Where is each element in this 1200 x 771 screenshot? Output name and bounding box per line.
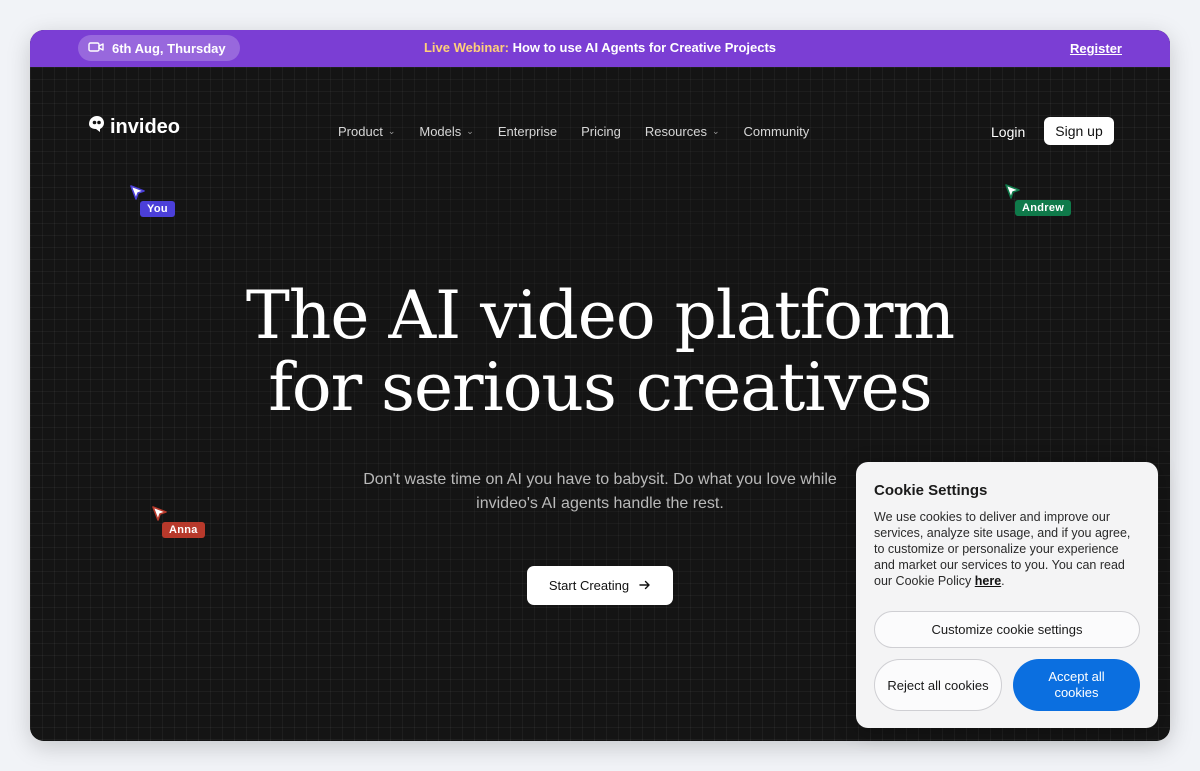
chevron-down-icon: ⌄ — [711, 126, 720, 136]
nav-label: Enterprise — [497, 124, 558, 139]
headline-line: The AI video platform — [245, 277, 955, 354]
customize-cookies-button[interactable]: Customize cookie settings — [874, 611, 1140, 648]
cookie-settings-dialog: Cookie Settings We use cookies to delive… — [856, 462, 1158, 728]
register-link[interactable]: Register — [1070, 41, 1122, 56]
chevron-down-icon: ⌄ — [387, 126, 396, 136]
cursor-label: Anna — [162, 522, 205, 538]
cookie-title: Cookie Settings — [874, 482, 988, 499]
logo-text: invideo — [110, 115, 181, 138]
cursor-you: You — [130, 185, 175, 217]
cookie-body: We use cookies to deliver and improve ou… — [874, 510, 1131, 588]
webinar-announcement[interactable]: Live Webinar: How to use AI Agents for C… — [30, 40, 1170, 55]
announcement-bar: 6th Aug, Thursday Live Webinar: How to u… — [30, 30, 1170, 67]
nav-item-pricing[interactable]: Pricing — [581, 124, 621, 139]
start-creating-label: Start Creating — [548, 578, 630, 593]
nav-item-enterprise[interactable]: Enterprise — [498, 124, 557, 139]
login-link[interactable]: Login — [991, 124, 1025, 140]
main-nav: Product ⌄ Models ⌄ Enterprise Pricing Re… — [338, 124, 809, 139]
nav-item-community[interactable]: Community — [744, 124, 810, 139]
nav-item-models[interactable]: Models ⌄ — [419, 124, 473, 139]
nav-label: Product — [338, 124, 383, 139]
nav-label: Pricing — [581, 124, 621, 139]
cookie-body-text: We use cookies to deliver and improve ou… — [874, 510, 1131, 588]
invideo-logo-icon — [86, 114, 106, 140]
cursor-label: You — [140, 201, 175, 217]
nav-label: Models — [419, 124, 462, 139]
cookie-policy-link[interactable]: here — [975, 574, 1001, 588]
webinar-highlight: Live Webinar: — [423, 40, 509, 55]
nav-item-resources[interactable]: Resources ⌄ — [645, 124, 720, 139]
cursor-andrew: Andrew — [1005, 184, 1072, 216]
accept-cookies-button[interactable]: Accept all cookies — [1013, 659, 1140, 711]
headline-line: for serious creatives — [268, 349, 932, 426]
chevron-down-icon: ⌄ — [466, 126, 474, 136]
reject-cookies-button[interactable]: Reject all cookies — [874, 659, 1002, 711]
signup-button[interactable]: Sign up — [1044, 117, 1114, 145]
cursor-label: Andrew — [1015, 200, 1072, 216]
nav-label: Resources — [644, 124, 707, 139]
start-creating-button[interactable]: Start Creating — [527, 566, 673, 605]
hero-headline: The AI video platform for serious creati… — [30, 280, 1170, 424]
arrow-right-icon — [639, 578, 651, 593]
invideo-logo[interactable]: invideo — [86, 114, 180, 140]
webinar-text: How to use AI Agents for Creative Projec… — [508, 40, 777, 55]
nav-item-product[interactable]: Product ⌄ — [338, 124, 395, 139]
nav-label: Community — [743, 124, 810, 139]
